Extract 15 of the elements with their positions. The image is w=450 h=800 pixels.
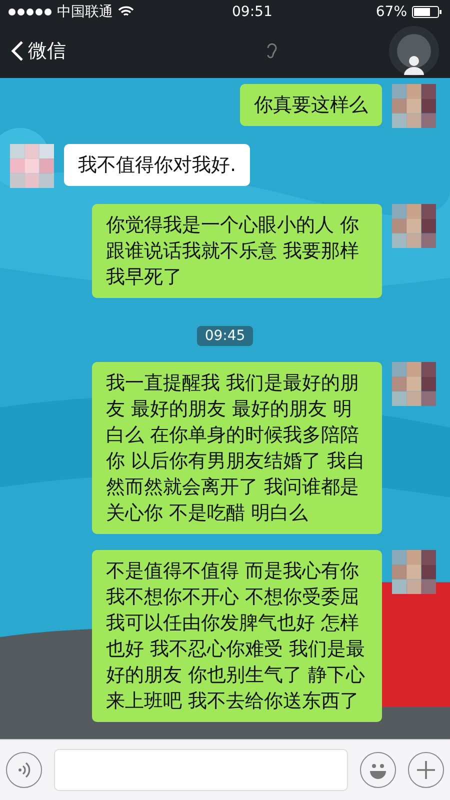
profile-icon[interactable] — [388, 25, 440, 77]
voice-button[interactable] — [6, 752, 42, 788]
ear-icon — [266, 42, 278, 60]
back-chevron-icon — [10, 40, 24, 62]
plus-icon — [415, 759, 437, 781]
battery-percent: 67% — [376, 4, 407, 20]
message-input[interactable] — [54, 749, 348, 791]
signal-icon — [8, 8, 52, 16]
back-button[interactable]: 微信 — [10, 38, 66, 64]
clock-time: 09:51 — [232, 4, 272, 20]
battery-icon — [412, 6, 442, 18]
carrier-name: 中国联通 — [57, 3, 113, 21]
wifi-icon — [118, 6, 134, 18]
emoji-button[interactable] — [360, 752, 396, 788]
add-button[interactable] — [408, 752, 444, 788]
